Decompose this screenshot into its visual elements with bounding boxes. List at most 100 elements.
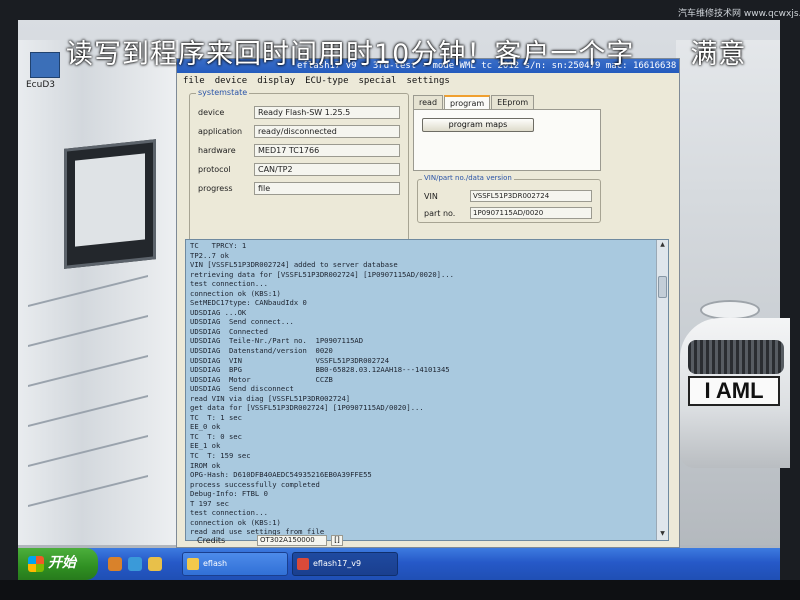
log-line: retrieving data for [VSSFL51P3DR002724] … [190, 269, 454, 279]
log-line: Debug-Info: FTBL 0 [190, 489, 268, 499]
program-tab-panel: program maps [413, 109, 601, 171]
hardware-label: hardware [198, 146, 236, 155]
progress-label: progress [198, 184, 233, 193]
app-icon [297, 558, 309, 570]
scroll-down-arrow-icon[interactable]: ▼ [658, 530, 667, 539]
log-line: EE_1 ok [190, 441, 221, 451]
log-line: test connection... [190, 508, 268, 518]
menu-special[interactable]: special [359, 76, 397, 86]
site-watermark: 汽车维修技术网 www.qcwxjs.com [678, 9, 800, 19]
protocol-label: protocol [198, 165, 231, 174]
log-line: get data for [VSSFL51P3DR002724] [1P0907… [190, 403, 424, 413]
menu-device[interactable]: device [215, 76, 248, 86]
vin-label: VIN [424, 191, 438, 201]
wallpaper-showroom-left [18, 40, 178, 545]
shelf-line [28, 275, 148, 307]
tab-program[interactable]: program [444, 95, 491, 110]
windows-logo-icon [28, 556, 44, 572]
log-line: OPG-Hash: D610DFB40AEDC54935216EB0A39FFE… [190, 470, 372, 480]
log-line: UDSDIAG Datenstand/version 0020 [190, 346, 333, 356]
credits-row: Credits OT302A150000 [] [197, 535, 343, 546]
log-line: VIN [VSSFL51P3DR002724] added to server … [190, 260, 398, 270]
log-lines: TC TPRCY: 1 TP2..7 ok VIN [VSSFL51P3DR0027… [190, 241, 652, 537]
taskbar-item-label: eflash17_v9 [313, 559, 362, 568]
log-line: UDSDIAG VIN VSSFL51P3DR002724 [190, 355, 390, 365]
part-no-row: part no. 1P0907115AD/0020 [424, 207, 592, 219]
application-label: application [198, 127, 243, 136]
credits-label: Credits [197, 536, 226, 545]
log-line: EE_0 ok [190, 422, 221, 432]
kiosk-screen [75, 153, 145, 247]
taskbar-item-eflash[interactable]: eflash17_v9 [292, 552, 398, 576]
device-label: device [198, 108, 225, 117]
quicklaunch-icon[interactable] [108, 557, 122, 571]
application-field: ready/disconnected [254, 125, 400, 138]
log-line: connection ok (KBS:1) [190, 517, 281, 527]
shelf-line [28, 355, 148, 387]
desktop-shortcut-icon[interactable] [30, 52, 60, 78]
menu-settings[interactable]: settings [406, 76, 449, 86]
shelf-line [28, 315, 148, 347]
vin-group: VIN/part no./data version VIN VSSFL51P3D… [417, 174, 601, 223]
protocol-field: CAN/TP2 [254, 163, 400, 176]
log-line: TC TPRCY: 1 [190, 241, 247, 250]
vin-group-title: VIN/part no./data version [422, 174, 514, 182]
credits-button[interactable]: [] [331, 535, 343, 546]
car-grille [688, 340, 784, 374]
log-line: connection ok (KBS:1) [190, 288, 281, 298]
shelf-line [28, 435, 148, 467]
log-line: TC T: 0 sec [190, 431, 242, 441]
log-line: SetMEDC17type: CANbaudIdx 0 [190, 298, 307, 308]
log-line: UDSDIAG ...OK [190, 307, 247, 317]
log-line: test connection... [190, 279, 268, 289]
menu-display[interactable]: display [257, 76, 295, 86]
start-label: 开始 [48, 555, 76, 571]
device-field: Ready Flash-SW 1.25.5 [254, 106, 400, 119]
desktop-shortcut-label: EcuD3 [26, 80, 55, 90]
vin-field: VSSFL51P3DR002724 [470, 190, 592, 202]
taskbar: 开始 eflash eflash17_v9 [18, 548, 780, 580]
field-row-protocol: protocol CAN/TP2 [198, 163, 400, 176]
program-maps-button[interactable]: program maps [422, 118, 534, 132]
eflash-app-window: eflash17 v9 - 3rd-test - mode WML tc 201… [176, 58, 680, 548]
field-row-device: device Ready Flash-SW 1.25.5 [198, 106, 400, 119]
hardware-field: MED17 TC1766 [254, 144, 400, 157]
log-scrollbar[interactable]: ▲ ▼ [656, 240, 668, 540]
display-kiosk [64, 139, 156, 269]
taskbar-item-label: eflash [203, 559, 228, 568]
field-row-application: application ready/disconnected [198, 125, 400, 138]
tab-eeprom[interactable]: EEprom [491, 95, 535, 109]
credits-field: OT302A150000 [257, 535, 327, 546]
photo-caption: 读写到程序来回时间用时10分钟！客户一个字 满意 [66, 39, 747, 70]
menu-file[interactable]: file [183, 76, 205, 86]
quicklaunch-icon[interactable] [128, 557, 142, 571]
log-line: TC T: 159 sec [190, 451, 251, 461]
tab-read[interactable]: read [413, 95, 444, 109]
log-line: UDSDIAG Send connect... [190, 317, 294, 327]
mode-tabs: read program EEprom [413, 95, 535, 110]
license-plate: I AML [688, 376, 780, 406]
log-line: UDSDIAG Teile-Nr./Part no. 1P0907115AD [190, 336, 364, 346]
quicklaunch-icon[interactable] [148, 557, 162, 571]
scroll-up-arrow-icon[interactable]: ▲ [658, 241, 667, 250]
log-line: IROM ok [190, 460, 221, 470]
log-line: UDSDIAG Connected [190, 326, 268, 336]
scroll-thumb[interactable] [658, 276, 667, 298]
log-line: UDSDIAG Send disconnect [190, 384, 294, 394]
monitor-bezel [0, 580, 800, 600]
log-line: UDSDIAG BPG BB0-65828.03.12AAH18---14101… [190, 365, 450, 375]
part-no-label: part no. [424, 208, 456, 218]
start-button[interactable]: 开始 [18, 548, 98, 580]
taskbar-item-folder[interactable]: eflash [182, 552, 288, 576]
field-row-hardware: hardware MED17 TC1766 [198, 144, 400, 157]
car-headlight [700, 300, 760, 320]
menu-ecu-type[interactable]: ECU-type [305, 76, 348, 86]
progress-field: file [254, 182, 400, 195]
log-console[interactable]: TC TPRCY: 1 TP2..7 ok VIN [VSSFL51P3DR0027… [185, 239, 669, 541]
log-line: TC T: 1 sec [190, 412, 242, 422]
folder-icon [187, 558, 199, 570]
field-row-progress: progress file [198, 182, 400, 195]
log-line: T 197 sec [190, 498, 229, 508]
shelf-line [28, 475, 148, 507]
log-line: read VIN via diag [VSSFL51P3DR002724] [190, 393, 351, 403]
